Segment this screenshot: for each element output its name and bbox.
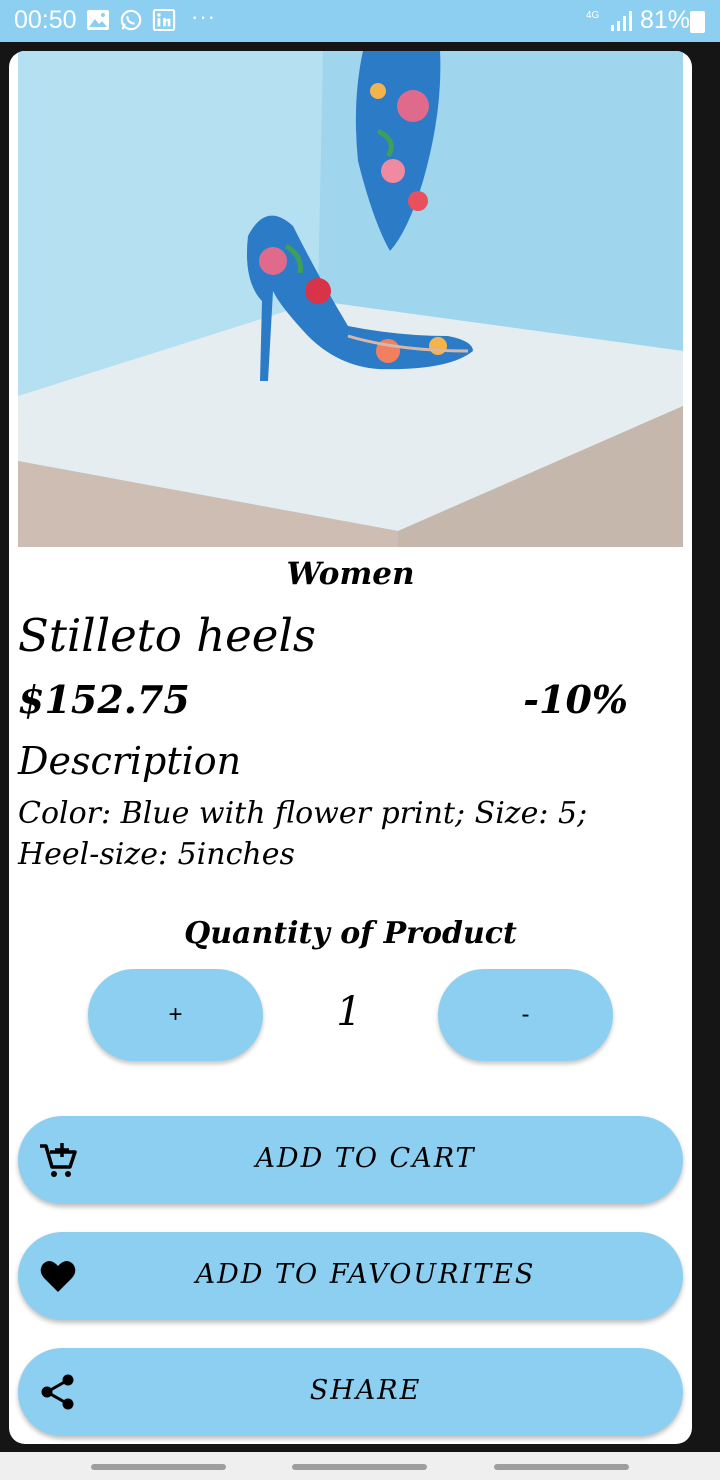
add-to-cart-button[interactable]: ADD TO CART [18, 1116, 683, 1204]
image-icon [87, 10, 109, 30]
status-bar: 00:50 ··· 4G 81% [0, 0, 720, 42]
product-card: Women Stilleto heels $152.75 -10% Descri… [9, 51, 692, 1444]
signal-icon [611, 11, 632, 31]
share-button[interactable]: SHARE [18, 1348, 683, 1436]
product-name: Stilleto heels [18, 609, 316, 662]
quantity-value: 1 [336, 989, 362, 1035]
status-time: 00:50 [14, 6, 77, 34]
add-to-cart-label: ADD TO CART [255, 1143, 476, 1174]
network-type: 4G [586, 10, 600, 21]
more-notifications: ··· [191, 4, 216, 29]
increment-quantity-button[interactable]: + [88, 969, 263, 1061]
product-price: $152.75 [18, 677, 190, 722]
decrement-quantity-button[interactable]: - [438, 969, 613, 1061]
linkedin-icon [152, 9, 176, 31]
shoe-photo [18, 51, 683, 547]
description-text: Color: Blue with flower print; Size: 5; … [18, 796, 588, 872]
battery-percent: 81% [640, 6, 691, 34]
add-to-favourites-button[interactable]: ADD TO FAVOURITES [18, 1232, 683, 1320]
share-label: SHARE [309, 1375, 422, 1406]
add-to-favourites-label: ADD TO FAVOURITES [195, 1259, 536, 1290]
description-heading: Description [18, 739, 242, 783]
nav-home[interactable] [292, 1464, 427, 1470]
product-category: Women [286, 556, 415, 592]
nav-recent-apps[interactable] [91, 1464, 226, 1470]
discount-badge: -10% [523, 677, 628, 722]
battery-icon [690, 11, 705, 33]
whatsapp-icon [120, 9, 142, 31]
navigation-bar [0, 1452, 720, 1480]
nav-back[interactable] [494, 1464, 629, 1470]
quantity-label: Quantity of Product [184, 916, 517, 951]
